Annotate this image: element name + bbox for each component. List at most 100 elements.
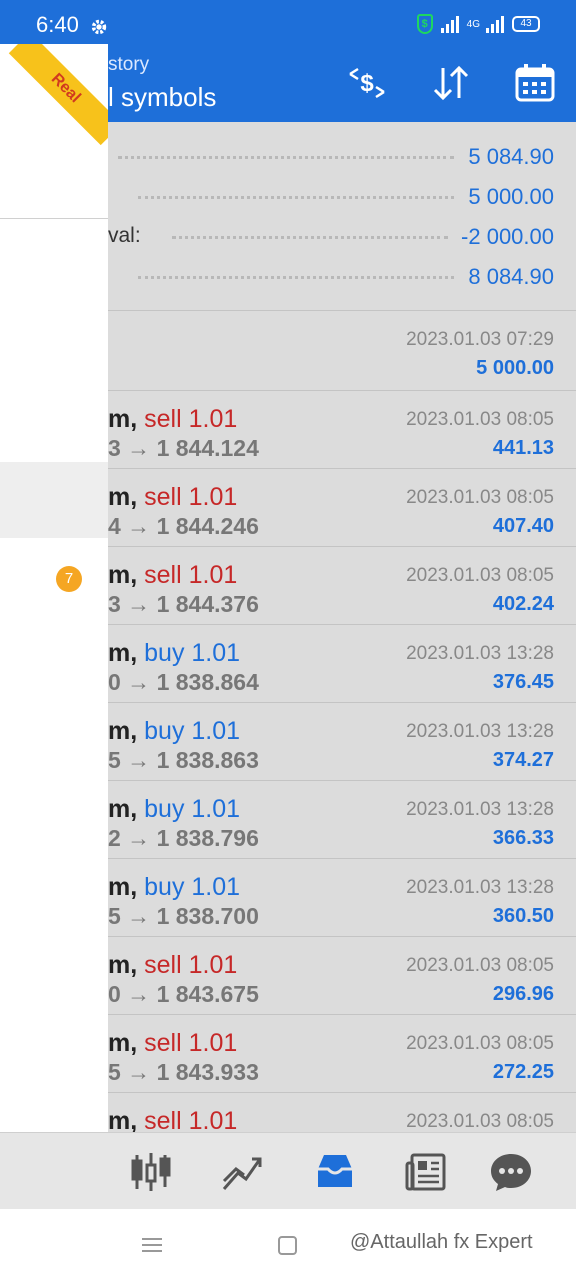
watermark: @Attaullah fx Expert (350, 1231, 533, 1253)
deal-symbol: m, buy 1.01 (108, 639, 240, 668)
status-icons: $ 4G 43 (416, 14, 540, 34)
deal-symbol: m, sell 1.01 (108, 561, 237, 590)
svg-text:$: $ (360, 70, 374, 97)
deal-profit: 402.24 (492, 593, 554, 615)
summary-row: 5 084.90 (108, 136, 576, 176)
deal-symbol-text: m, (108, 951, 138, 979)
gear-icon (91, 19, 107, 35)
deal-symbol-text: m, (108, 1029, 138, 1057)
deal-symbol: m, buy 1.01 (108, 717, 240, 746)
drawer-divider (0, 218, 108, 219)
entry-time: 2023.01.03 07:29 (406, 329, 554, 350)
deal-volume: 1.01 (191, 639, 241, 667)
summary-value: 5 000.00 (468, 184, 554, 209)
dot-leader (172, 236, 448, 240)
deal-volume: 1.01 (191, 717, 241, 745)
news-icon[interactable] (404, 1149, 450, 1195)
ribbon-label: Real (47, 70, 84, 107)
bottom-tab-bar (0, 1132, 576, 1209)
signal-icon-2 (486, 15, 504, 33)
chart-icon[interactable] (220, 1149, 266, 1195)
signal-icon (440, 15, 459, 33)
system-nav-bar: @Attaullah fx Expert (0, 1209, 576, 1280)
dot-leader (138, 196, 454, 200)
dot-leader (138, 276, 454, 280)
deal-time: 2023.01.03 08:05 (406, 1033, 554, 1054)
deal-symbol: m, buy 1.01 (108, 873, 240, 902)
app-bar-subtitle: story (108, 54, 150, 75)
battery-icon: 43 (512, 16, 540, 32)
deal-volume: 1.01 (188, 951, 238, 979)
deal-profit: 407.40 (492, 515, 554, 537)
deal-symbol: m, buy 1.01 (108, 795, 240, 824)
deal-side: sell (144, 561, 182, 589)
deal-volume: 1.01 (191, 873, 241, 901)
deal-side: buy (144, 639, 185, 667)
shield-icon: $ (416, 14, 433, 34)
history-icon[interactable] (312, 1149, 358, 1195)
deal-price-line: 0 → 1 843.675 (108, 981, 259, 1007)
deal-side: sell (144, 1029, 182, 1057)
drawer-item-selected[interactable] (0, 462, 108, 538)
deal-volume: 1.01 (188, 1107, 238, 1132)
deal-time: 2023.01.03 08:05 (406, 1111, 554, 1132)
deal-price-line: 2 → 1 838.796 (108, 825, 259, 851)
deal-side: buy (144, 717, 185, 745)
deal-symbol: m, sell 1.01 (108, 951, 237, 980)
deal-profit: 374.27 (492, 749, 554, 771)
navigation-drawer[interactable]: Real 7 (0, 44, 108, 1209)
home-button[interactable] (278, 1236, 297, 1255)
account-type-ribbon: Real (8, 44, 108, 146)
deal-side: sell (144, 483, 182, 511)
deal-symbol-text: m, (108, 561, 138, 589)
deal-time: 2023.01.03 13:28 (406, 643, 554, 664)
deal-time: 2023.01.03 13:28 (406, 877, 554, 898)
app-bar-title: l symbols (108, 82, 217, 112)
sort-icon[interactable] (428, 60, 474, 106)
notification-badge: 7 (56, 566, 82, 592)
entry-amount: 5 000.00 (476, 357, 554, 379)
summary-label: val: (108, 224, 141, 247)
deal-time: 2023.01.03 13:28 (406, 721, 554, 742)
deal-price-line: 3 → 1 844.376 (108, 591, 259, 617)
deal-symbol: m, sell 1.01 (108, 405, 237, 434)
summary-value: 5 084.90 (468, 144, 554, 169)
summary-row: val: -2 000.00 (108, 216, 576, 256)
deal-profit: 296.96 (492, 983, 554, 1005)
deal-side: buy (144, 795, 185, 823)
deal-symbol: m, sell 1.01 (108, 1029, 237, 1058)
summary-row: 5 000.00 (108, 176, 576, 216)
deal-time: 2023.01.03 08:05 (406, 955, 554, 976)
deal-time: 2023.01.03 08:05 (406, 409, 554, 430)
deal-volume: 1.01 (188, 561, 238, 589)
deposit-withdraw-icon[interactable]: $ (344, 60, 390, 106)
deal-volume: 1.01 (188, 483, 238, 511)
deal-profit: 366.33 (492, 827, 554, 849)
deal-side: sell (144, 405, 182, 433)
summary-value: -2 000.00 (461, 224, 554, 249)
deal-volume: 1.01 (188, 1029, 238, 1057)
deal-symbol-text: m, (108, 483, 138, 511)
deal-symbol-text: m, (108, 1107, 138, 1132)
deal-profit: 360.50 (492, 905, 554, 927)
status-time: 6:40 (36, 12, 79, 37)
deal-side: buy (144, 873, 185, 901)
deal-price-line: 4 → 1 844.246 (108, 513, 259, 539)
calendar-icon[interactable] (512, 60, 558, 106)
status-bar: 6:40 $ 4G 43 (0, 0, 576, 44)
summary-value: 8 084.90 (468, 264, 554, 289)
deal-symbol-text: m, (108, 873, 138, 901)
deal-price-line: 5 → 1 838.863 (108, 747, 259, 773)
quotes-icon[interactable] (128, 1149, 174, 1195)
deal-time: 2023.01.03 08:05 (406, 487, 554, 508)
deal-time: 2023.01.03 13:28 (406, 799, 554, 820)
deal-profit: 376.45 (492, 671, 554, 693)
menu-icon[interactable] (142, 1237, 162, 1253)
deal-price-line: 5 → 1 838.700 (108, 903, 259, 929)
deal-symbol-text: m, (108, 639, 138, 667)
summary-row: 8 084.90 (108, 256, 576, 296)
dot-leader (118, 156, 454, 160)
chat-icon[interactable] (488, 1149, 534, 1195)
deal-profit: 272.25 (492, 1061, 554, 1083)
deal-symbol-text: m, (108, 795, 138, 823)
